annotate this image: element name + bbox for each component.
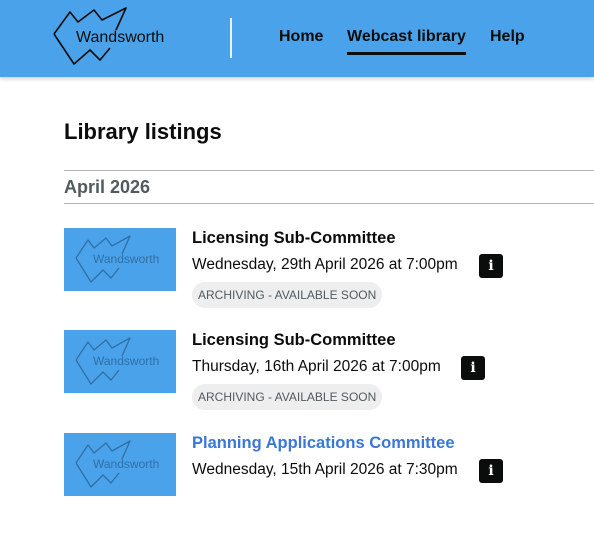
webcast-thumbnail[interactable]: Wandsworth — [64, 330, 176, 393]
listing-item: Wandsworth Licensing Sub-Committee Thurs… — [64, 330, 594, 420]
thumbnail-text: Wandsworth — [93, 457, 160, 471]
nav-webcast-library[interactable]: Webcast library — [347, 28, 466, 55]
listing-title-link[interactable]: Planning Applications Committee — [192, 434, 455, 453]
webcast-thumbnail[interactable]: Wandsworth — [64, 433, 176, 496]
month-divider-top — [64, 170, 594, 171]
logo-text: Wandsworth — [76, 29, 165, 46]
webcast-thumbnail[interactable]: Wandsworth — [64, 228, 176, 291]
nav-home[interactable]: Home — [279, 28, 323, 46]
listing-title[interactable]: Licensing Sub-Committee — [192, 331, 396, 350]
site-header: Wandsworth Home Webcast library Help — [0, 0, 594, 77]
listing-date: Thursday, 16th April 2026 at 7:00pm — [192, 358, 441, 375]
month-divider-bottom — [64, 203, 594, 204]
status-badge: ARCHIVING - AVAILABLE SOON — [192, 384, 383, 410]
page-title: Library listings — [64, 119, 222, 144]
listing-item: Wandsworth Planning Applications Committ… — [64, 433, 594, 523]
thumbnail-text: Wandsworth — [93, 354, 160, 368]
nav-help[interactable]: Help — [490, 28, 525, 46]
info-icon[interactable]: i — [479, 254, 503, 278]
info-icon[interactable]: i — [461, 356, 485, 380]
header-divider — [230, 18, 232, 58]
month-heading: April 2026 — [64, 177, 151, 197]
listing-date: Wednesday, 29th April 2026 at 7:00pm — [192, 256, 458, 273]
listing-item: Wandsworth Licensing Sub-Committee Wedne… — [64, 228, 594, 318]
listing-date: Wednesday, 15th April 2026 at 7:30pm — [192, 461, 458, 478]
listing-title[interactable]: Licensing Sub-Committee — [192, 229, 396, 248]
status-badge: ARCHIVING - AVAILABLE SOON — [192, 282, 383, 308]
info-icon[interactable]: i — [479, 459, 503, 483]
thumbnail-text: Wandsworth — [93, 252, 160, 266]
wandsworth-logo[interactable]: Wandsworth — [52, 6, 170, 68]
